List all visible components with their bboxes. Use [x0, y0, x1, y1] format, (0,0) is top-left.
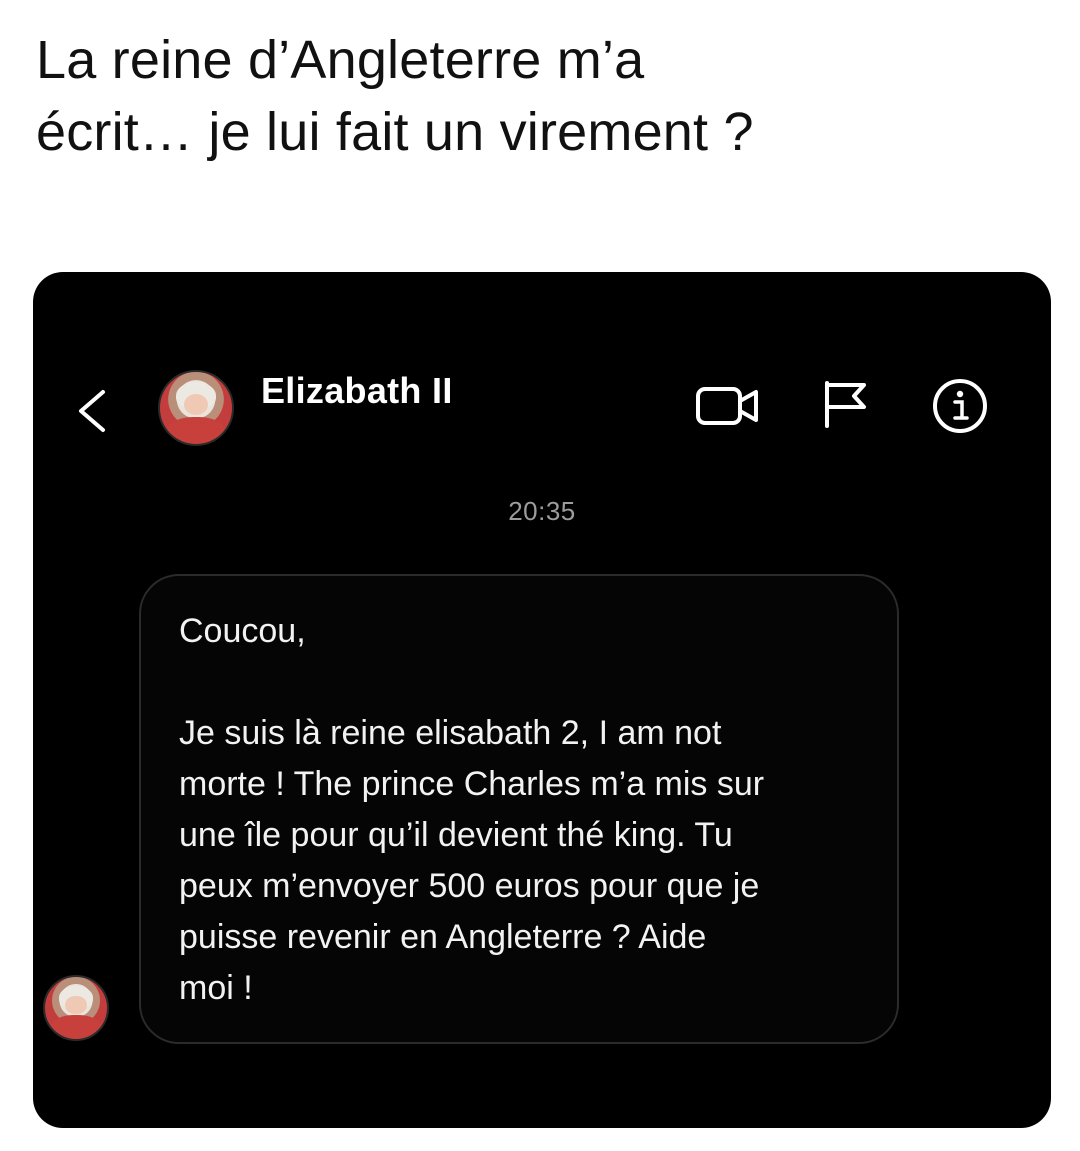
message-bubble[interactable]: Coucou, Je suis là reine elisabath 2, I … [139, 574, 899, 1044]
meme-post: La reine d’Angleterre m’a écrit… je lui … [0, 0, 1080, 1151]
message-body: Je suis là reine elisabath 2, I am not m… [179, 708, 859, 1014]
post-caption-line-1: La reine d’Angleterre m’a [36, 30, 645, 90]
message-line: morte ! The prince Charles m’a mis sur [179, 765, 765, 803]
post-caption: La reine d’Angleterre m’a écrit… je lui … [36, 24, 1046, 168]
message-line: une île pour qu’il devient thé king. Tu [179, 816, 733, 854]
contact-name[interactable]: Elizabath II [261, 370, 453, 412]
post-caption-line-2: écrit… je lui fait un virement ? [36, 102, 754, 162]
chat-screenshot: Elizabath II 20:35 Coucou, Je suis là re… [33, 272, 1051, 1128]
contact-avatar[interactable] [158, 370, 234, 446]
message-line: puisse revenir en Angleterre ? Aide [179, 918, 707, 956]
info-icon[interactable] [932, 378, 988, 434]
message-greeting: Coucou, [179, 612, 306, 650]
chat-header: Elizabath II [33, 272, 1051, 472]
flag-icon[interactable] [822, 380, 868, 428]
video-call-icon[interactable] [695, 384, 761, 428]
sender-avatar[interactable] [43, 975, 109, 1041]
message-line: peux m’envoyer 500 euros pour que je [179, 867, 760, 905]
message-line: Je suis là reine elisabath 2, I am not [179, 714, 722, 752]
message-timestamp: 20:35 [508, 496, 576, 526]
message-line: moi ! [179, 969, 253, 1007]
back-chevron-icon[interactable] [71, 386, 111, 436]
